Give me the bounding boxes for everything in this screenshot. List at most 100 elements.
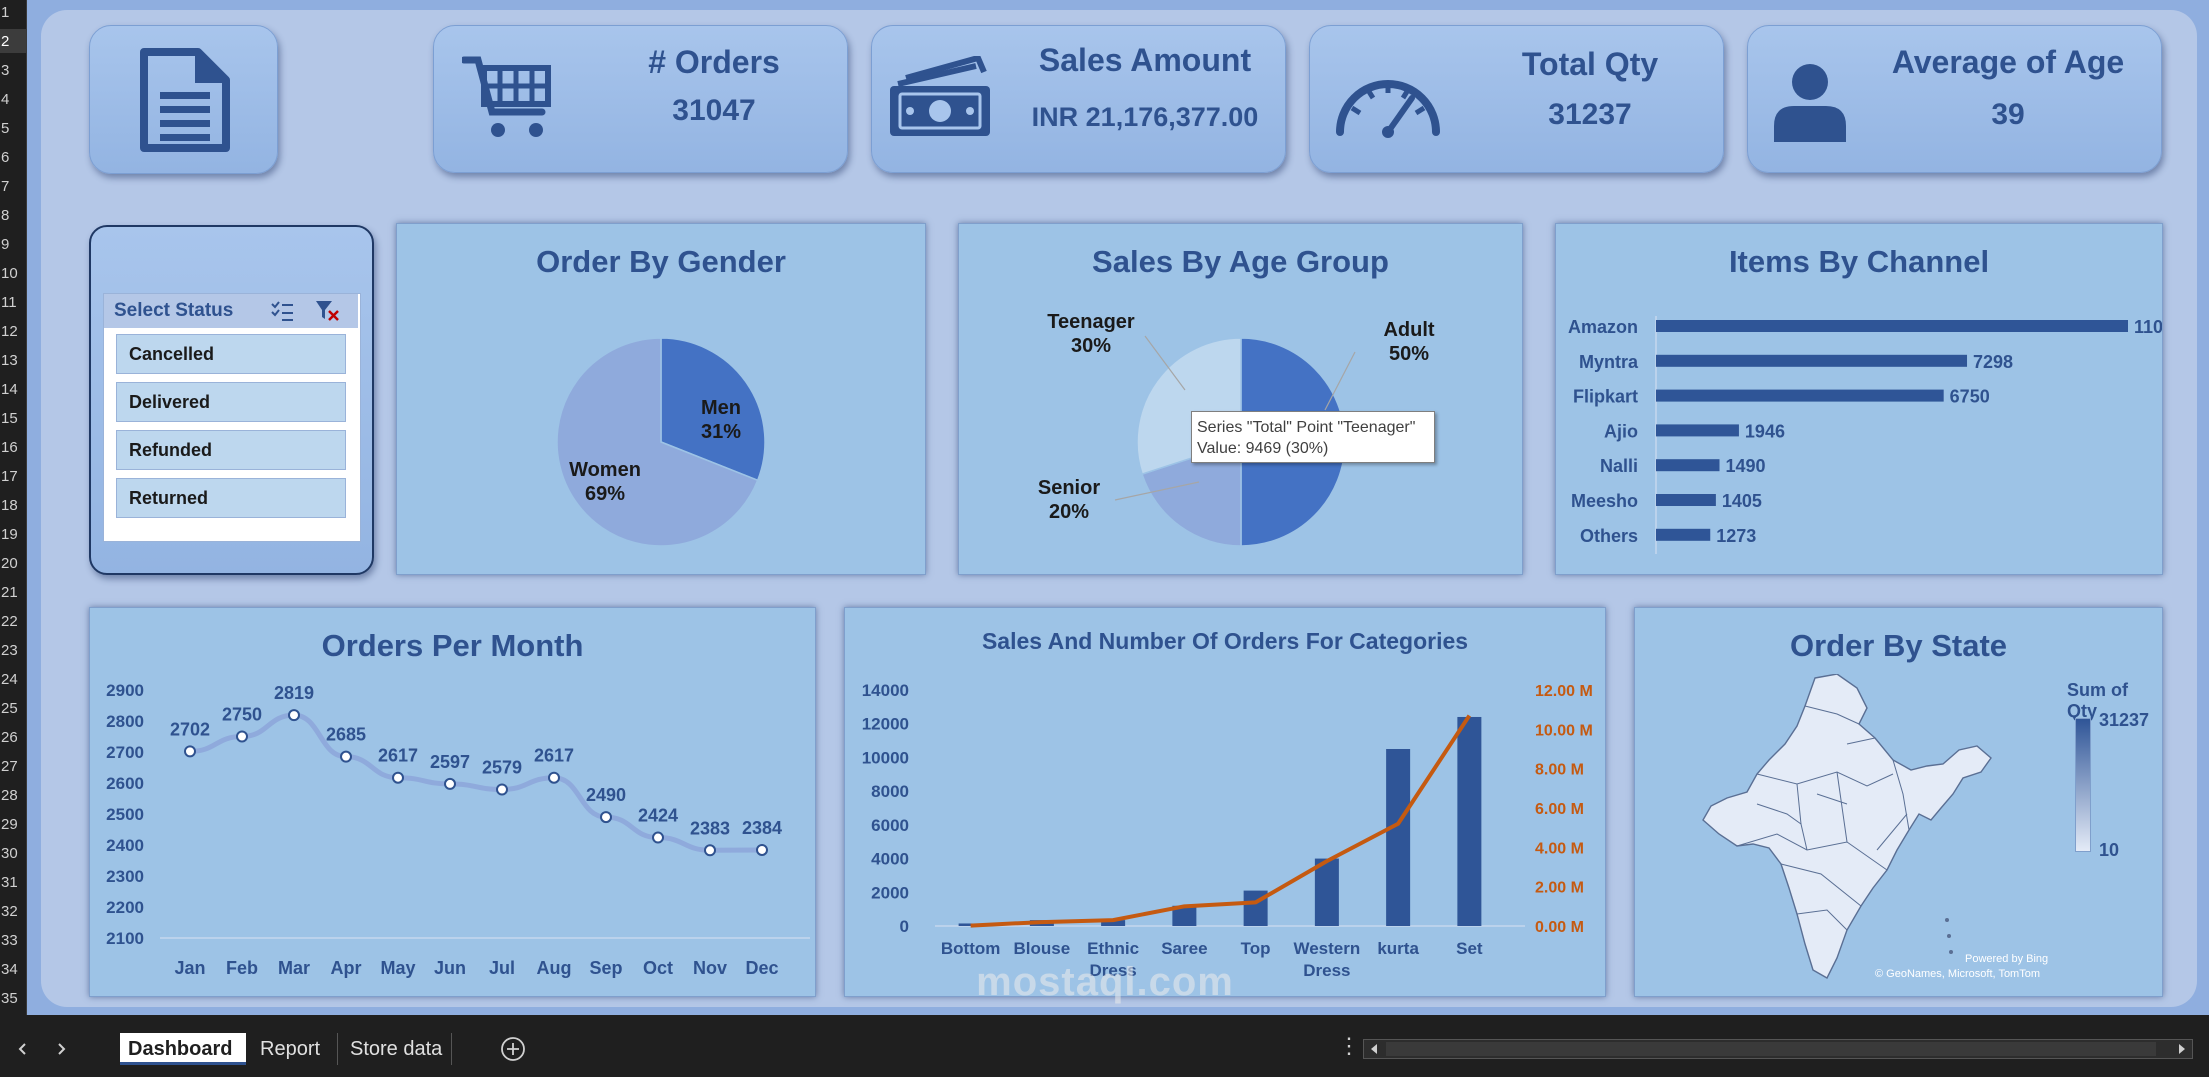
y-tick-label: 2300 — [106, 867, 144, 886]
data-label: Adult — [1383, 319, 1434, 341]
sheet-tab-bar: Dashboard Report Store data ⋮ — [0, 1015, 2209, 1077]
items-by-channel-chart[interactable]: Items By Channel Amazon11075Myntra7298Fl… — [1555, 223, 2163, 575]
row-header[interactable]: 20 — [0, 551, 26, 575]
row-header[interactable]: 15 — [0, 406, 26, 430]
data-label: 2702 — [170, 719, 210, 739]
multi-select-icon[interactable] — [270, 300, 294, 322]
data-label: 2383 — [690, 818, 730, 838]
horizontal-scrollbar[interactable] — [1363, 1039, 2193, 1059]
y-right-tick-label: 6.00 M — [1535, 801, 1584, 818]
row-header[interactable]: 34 — [0, 957, 26, 981]
row-header[interactable]: 23 — [0, 638, 26, 662]
slicer-item-delivered[interactable]: Delivered — [116, 382, 346, 422]
slicer-item-returned[interactable]: Returned — [116, 478, 346, 518]
scrollbar-thumb[interactable] — [1386, 1042, 2156, 1056]
y-left-tick-label: 4000 — [871, 850, 909, 869]
sales-by-age-group-chart[interactable]: Sales By Age Group Adult 50% Teenager 30% Se… — [958, 223, 1523, 575]
x-tick-label: Sep — [589, 958, 622, 978]
row-header[interactable]: 27 — [0, 754, 26, 778]
x-tick-label: Western — [1293, 939, 1360, 958]
row-header[interactable]: 22 — [0, 609, 26, 633]
data-label: Men — [701, 397, 741, 419]
clear-filter-icon[interactable] — [314, 299, 340, 323]
row-header[interactable]: 11 — [0, 290, 26, 314]
scrollbar-left-arrow-icon[interactable] — [1368, 1042, 1382, 1056]
bar-myntra — [1656, 354, 1968, 367]
row-header[interactable]: 12 — [0, 319, 26, 343]
data-label: 2384 — [742, 818, 782, 838]
bar-nalli — [1656, 459, 1720, 472]
row-header[interactable]: 10 — [0, 261, 26, 285]
status-slicer: Select Status Cancelled Delivered Refund… — [103, 293, 361, 542]
row-header[interactable]: 5 — [0, 116, 26, 140]
map-legend-min: 10 — [2099, 840, 2120, 860]
slicer-item-refunded[interactable]: Refunded — [116, 430, 346, 470]
row-header[interactable]: 1 — [0, 0, 26, 24]
category-label: Meesho — [1571, 491, 1638, 511]
row-header[interactable]: 28 — [0, 783, 26, 807]
y-tick-label: 2400 — [106, 836, 144, 855]
more-options-icon[interactable]: ⋮ — [1338, 1035, 1360, 1057]
data-point — [496, 783, 508, 796]
watermark-text: mostaql.com — [976, 960, 1234, 1004]
row-header[interactable]: 17 — [0, 464, 26, 488]
data-label: Women — [569, 459, 641, 481]
row-header[interactable]: 14 — [0, 377, 26, 401]
data-label: 2819 — [274, 683, 314, 703]
map-credit-geonames: © GeoNames, Microsoft, TomTom — [1875, 968, 2040, 980]
tab-store-data[interactable]: Store data — [342, 1033, 452, 1065]
row-header[interactable]: 7 — [0, 174, 26, 198]
order-by-gender-chart[interactable]: Order By Gender Men 31% Women 69% — [396, 223, 926, 575]
row-header[interactable]: 35 — [0, 986, 26, 1010]
leader-line — [1324, 351, 1356, 411]
chart-tooltip: Series "Total" Point "Teenager" Value: 9… — [1191, 411, 1435, 463]
y-tick-label: 2700 — [106, 743, 144, 762]
row-header[interactable]: 19 — [0, 522, 26, 546]
orders-per-month-chart[interactable]: Orders Per Month 2900 2800 2700 2600 2500 240… — [89, 607, 816, 997]
row-header[interactable]: 24 — [0, 667, 26, 691]
row-header[interactable]: 31 — [0, 870, 26, 894]
row-header[interactable]: 32 — [0, 899, 26, 923]
row-header[interactable]: 30 — [0, 841, 26, 865]
data-point — [340, 750, 352, 763]
row-header[interactable]: 6 — [0, 145, 26, 169]
row-header[interactable]: 9 — [0, 232, 26, 256]
slicer-item-cancelled[interactable]: Cancelled — [116, 334, 346, 374]
scroll-left-icon[interactable] — [16, 1042, 30, 1056]
row-header[interactable]: 16 — [0, 435, 26, 459]
categories-combo-chart[interactable]: Sales And Number Of Orders For Categorie… — [844, 607, 1606, 997]
user-icon — [1774, 64, 1846, 142]
series-line — [189, 712, 763, 853]
add-sheet-icon[interactable] — [500, 1036, 526, 1062]
scroll-right-icon[interactable] — [54, 1042, 68, 1056]
row-header[interactable]: 33 — [0, 928, 26, 952]
row-header[interactable]: 21 — [0, 580, 26, 604]
x-tick-label: Jun — [434, 958, 466, 978]
report-logo-card — [89, 25, 278, 174]
data-label: 31% — [701, 421, 741, 443]
row-header[interactable]: 2 — [0, 29, 26, 53]
row-header[interactable]: 8 — [0, 203, 26, 227]
status-slicer-card: Select Status Cancelled Delivered Refund… — [89, 225, 374, 575]
tab-report[interactable]: Report — [252, 1033, 338, 1065]
row-header[interactable]: 4 — [0, 87, 26, 111]
x-tick-label: May — [380, 958, 415, 978]
row-header[interactable]: 13 — [0, 348, 26, 372]
y-left-tick-label: 12000 — [862, 715, 909, 734]
row-header[interactable]: 3 — [0, 58, 26, 82]
data-point — [444, 777, 456, 790]
row-header[interactable]: 26 — [0, 725, 26, 749]
document-icon — [140, 48, 230, 152]
row-header[interactable]: 18 — [0, 493, 26, 517]
kpi-card-orders: # Orders 31047 — [433, 25, 848, 173]
row-header[interactable]: 29 — [0, 812, 26, 836]
x-tick-label: Blouse — [1014, 939, 1071, 958]
x-tick-label: Nov — [693, 958, 727, 978]
bar-others — [1656, 528, 1711, 541]
row-header[interactable]: 25 — [0, 696, 26, 720]
tab-dashboard[interactable]: Dashboard — [120, 1033, 246, 1065]
order-by-state-map[interactable]: Order By State Sum of Qty 31237 10 Power… — [1634, 607, 2163, 997]
scrollbar-right-arrow-icon[interactable] — [2174, 1042, 2188, 1056]
speedometer-icon — [1336, 80, 1440, 138]
y-left-tick-label: 0 — [900, 917, 909, 936]
